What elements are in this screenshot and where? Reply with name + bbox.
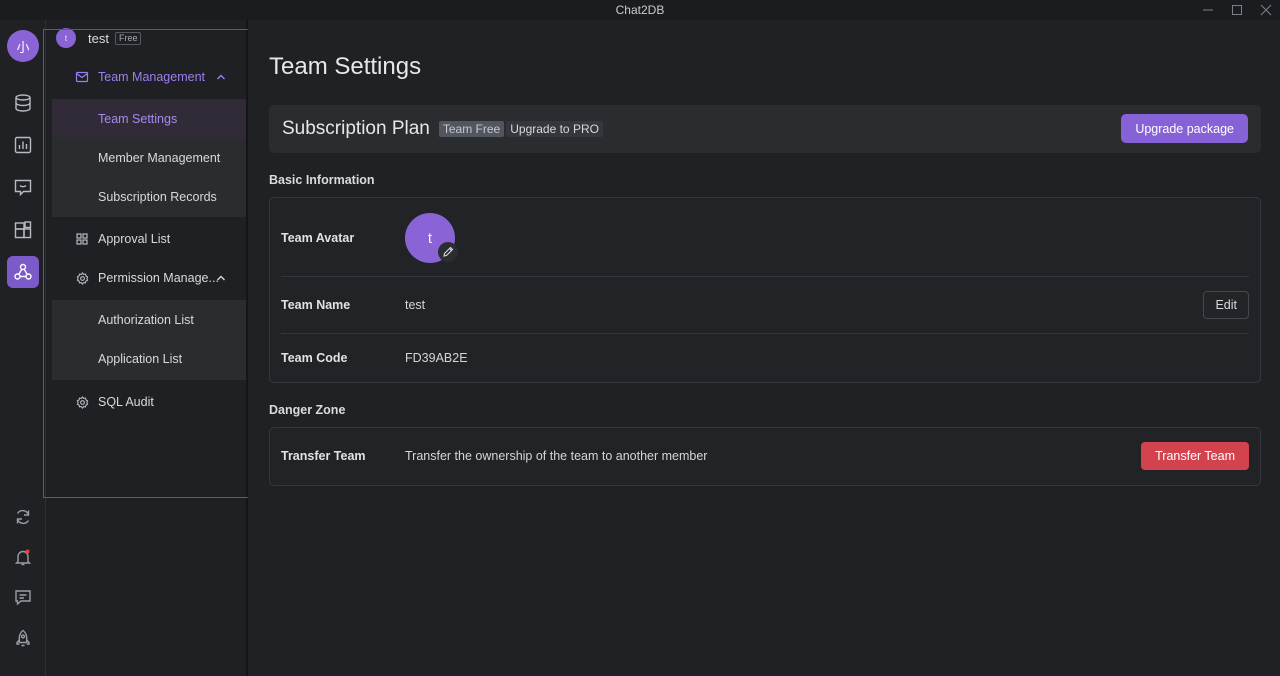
sidebar-item-member-management[interactable]: Member Management — [52, 139, 246, 177]
subscription-plan-bar: Subscription Plan Team Free Upgrade to P… — [269, 105, 1261, 153]
close-icon[interactable] — [1252, 0, 1280, 20]
plan-badge: Team Free — [438, 121, 505, 137]
team-avatar[interactable]: t — [405, 213, 458, 263]
team-avatar-initial: t — [427, 229, 433, 247]
chevron-up-icon — [215, 272, 227, 284]
row-divider — [281, 276, 1249, 277]
rocket-icon[interactable] — [7, 622, 39, 654]
minimize-icon[interactable] — [1194, 0, 1222, 20]
team-avatar-small: t — [56, 28, 76, 48]
sidebar-item-permission-management[interactable]: Permission Manage... — [52, 259, 246, 297]
team-name-value: test — [405, 298, 426, 312]
page-title: Team Settings — [269, 53, 422, 80]
row-divider — [281, 333, 1249, 334]
danger-zone-heading: Danger Zone — [269, 403, 346, 417]
maximize-icon[interactable] — [1223, 0, 1251, 20]
sidebar-item-label: Subscription Records — [98, 190, 217, 204]
team-name-label: Team Name — [281, 298, 351, 312]
team-code-value: FD39AB2E — [405, 351, 468, 365]
feedback-icon[interactable] — [7, 581, 39, 613]
team-switcher[interactable]: t test Free — [56, 27, 142, 49]
team-avatar-label: Team Avatar — [281, 231, 355, 245]
gear-icon — [75, 271, 89, 285]
database-icon[interactable] — [7, 87, 39, 119]
basic-information-card: Team Avatar t Team Name test Edit Team C… — [269, 197, 1261, 383]
sidebar-item-label: Permission Manage... — [98, 271, 219, 285]
danger-zone-card: Transfer Team Transfer the ownership of … — [269, 427, 1261, 486]
sidebar-item-label: Member Management — [98, 151, 221, 165]
team-code-label: Team Code — [281, 351, 348, 365]
upgrade-to-pro-link[interactable]: Upgrade to PRO — [506, 121, 603, 137]
sidebar-item-team-settings[interactable]: Team Settings — [52, 100, 246, 138]
user-avatar[interactable]: 小 — [7, 30, 39, 62]
transfer-team-row: Transfer Team Transfer the ownership of … — [281, 442, 1249, 470]
upgrade-package-button[interactable]: Upgrade package — [1121, 114, 1248, 143]
team-name-row: Team Name test Edit — [281, 291, 1249, 319]
team-code-row: Team Code FD39AB2E — [281, 344, 1249, 372]
gear-icon — [75, 395, 89, 409]
title-bar: Chat2DB — [0, 0, 1280, 20]
edit-team-name-button[interactable]: Edit — [1203, 291, 1249, 319]
sidebar-item-label: Application List — [98, 352, 183, 366]
main-content: Team Settings Subscription Plan Team Fre… — [248, 20, 1280, 676]
notification-icon[interactable] — [7, 541, 39, 573]
sidebar-item-label: Authorization List — [98, 313, 194, 327]
sidebar-item-label: Approval List — [98, 232, 171, 246]
refresh-icon[interactable] — [7, 501, 39, 533]
sidebar-item-authorization-list[interactable]: Authorization List — [52, 301, 246, 339]
team-avatar-row: Team Avatar t — [281, 212, 1249, 264]
chart-icon[interactable] — [7, 129, 39, 161]
chat-icon[interactable] — [7, 171, 39, 203]
icon-rail: 小 — [0, 20, 46, 676]
sidebar-item-sql-audit[interactable]: SQL Audit — [52, 383, 246, 421]
sidebar-item-team-management[interactable]: Team Management — [52, 58, 246, 96]
plan-badge: Free — [114, 31, 142, 45]
sidebar-item-label: Team Management — [98, 70, 206, 84]
basic-information-heading: Basic Information — [269, 173, 375, 187]
team-name: test — [88, 30, 109, 46]
mail-icon — [75, 70, 89, 84]
transfer-team-label: Transfer Team — [281, 449, 366, 463]
sidebar-item-subscription-records[interactable]: Subscription Records — [52, 178, 246, 216]
subscription-plan-title: Subscription Plan — [282, 118, 430, 139]
sidebar-item-label: Team Settings — [98, 112, 178, 126]
transfer-team-description: Transfer the ownership of the team to an… — [405, 449, 708, 463]
sidebar-item-label: SQL Audit — [98, 395, 154, 409]
grid-icon — [75, 232, 89, 246]
sidebar-item-application-list[interactable]: Application List — [52, 340, 246, 378]
window-title: Chat2DB — [615, 3, 665, 17]
pencil-icon[interactable] — [438, 242, 458, 262]
team-icon[interactable] — [7, 256, 39, 288]
plugins-icon[interactable] — [7, 214, 39, 246]
settings-sidebar: t test Free Team Management Team Setting… — [46, 20, 248, 676]
sidebar-item-approval-list[interactable]: Approval List — [52, 220, 246, 258]
transfer-team-button[interactable]: Transfer Team — [1141, 442, 1249, 470]
chevron-up-icon — [215, 71, 227, 83]
